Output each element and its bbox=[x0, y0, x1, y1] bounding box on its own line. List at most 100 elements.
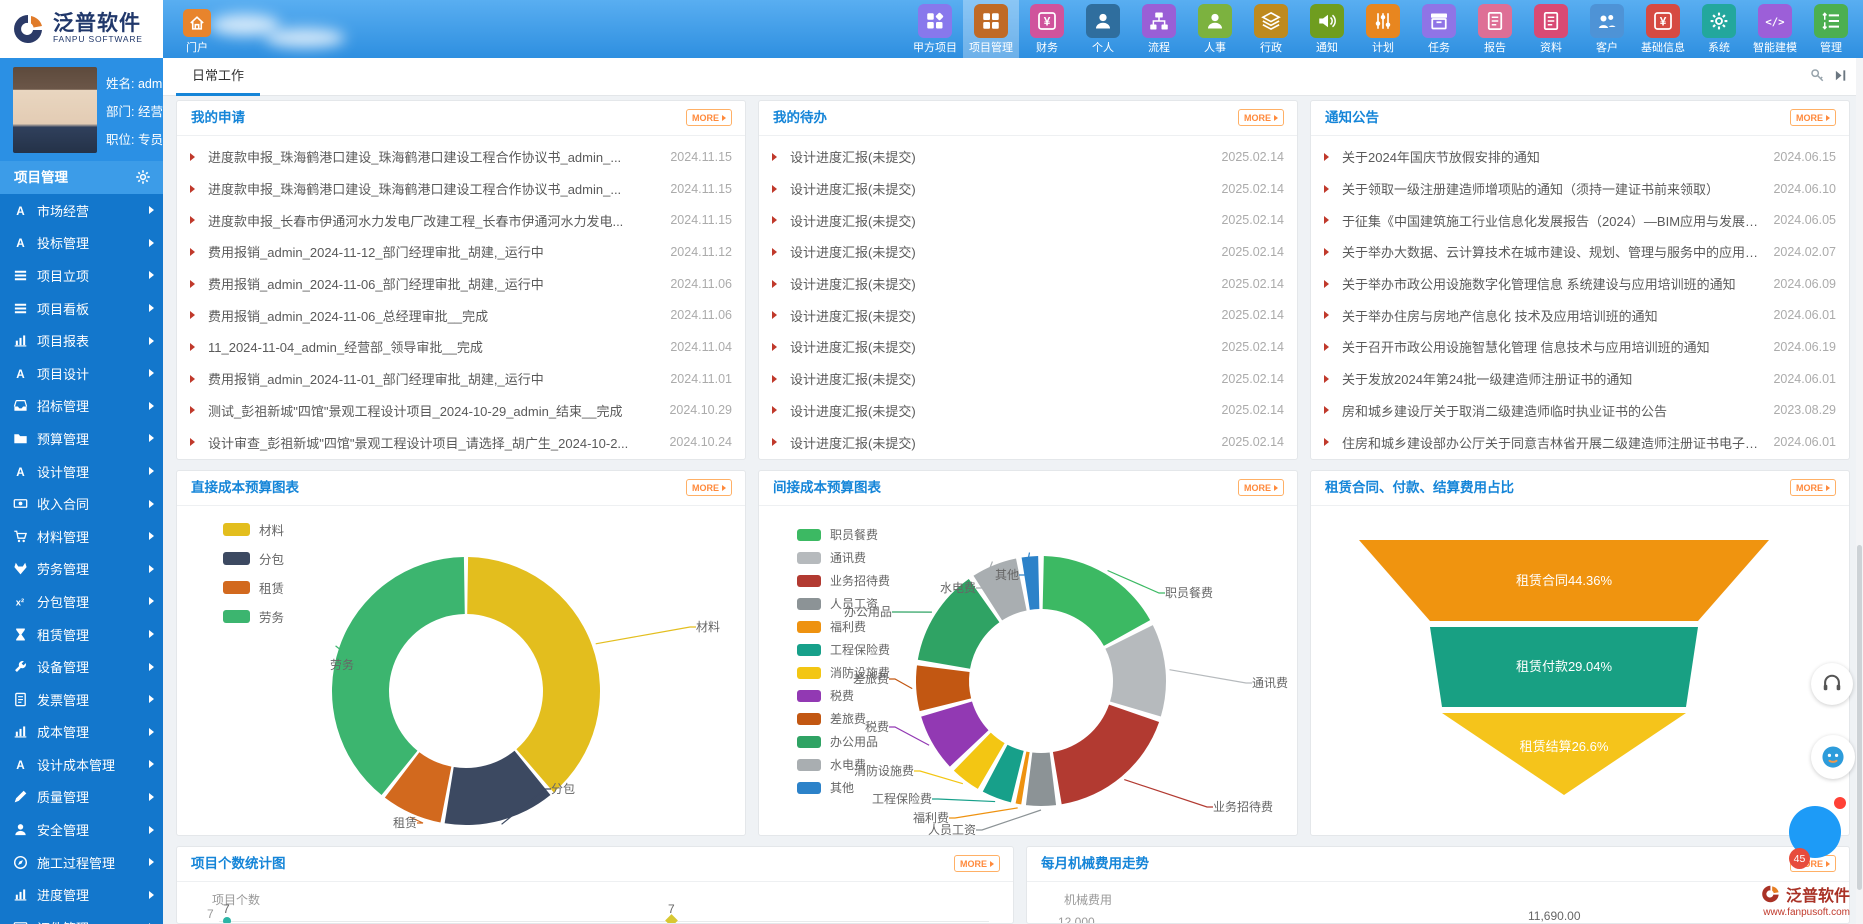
pie-segment-劳务[interactable] bbox=[332, 557, 465, 795]
list-item[interactable]: 关于领取一级注册建造师增项贴的通知（须持一建证书前来领取）2024.06.10 bbox=[1324, 173, 1836, 205]
legend-item[interactable]: 办公用品 bbox=[797, 730, 890, 753]
more-button[interactable]: MORE bbox=[1238, 479, 1284, 496]
app-button-任务[interactable]: 任务 bbox=[1411, 0, 1467, 58]
list-item[interactable]: 设计进度汇报(未提交)2025.02.14 bbox=[772, 299, 1284, 331]
more-button[interactable]: MORE bbox=[1790, 109, 1836, 126]
legend-item[interactable]: 其他 bbox=[797, 776, 890, 799]
funnel-band-3[interactable] bbox=[1442, 713, 1686, 795]
list-item[interactable]: 设计进度汇报(未提交)2025.02.14 bbox=[772, 331, 1284, 363]
legend-item[interactable]: 职员餐费 bbox=[797, 523, 890, 546]
app-button-甲方项目[interactable]: 甲方项目 bbox=[907, 0, 963, 58]
app-button-流程[interactable]: 流程 bbox=[1131, 0, 1187, 58]
sidebar-item-项目看板[interactable]: 项目看板 bbox=[0, 292, 163, 325]
assistant-widget[interactable] bbox=[1811, 735, 1855, 779]
sidebar-item-安全管理[interactable]: 安全管理 bbox=[0, 813, 163, 846]
list-item[interactable]: 进度款申报_珠海鹤港口建设_珠海鹤港口建设工程合作协议书_admin_...20… bbox=[190, 173, 732, 205]
legend-item[interactable]: 人员工资 bbox=[797, 592, 890, 615]
scrollbar[interactable] bbox=[1856, 58, 1863, 924]
list-item[interactable]: 进度款申报_珠海鹤港口建设_珠海鹤港口建设工程合作协议书_admin_...20… bbox=[190, 141, 732, 173]
app-button-系统[interactable]: 系统 bbox=[1691, 0, 1747, 58]
legend-item[interactable]: 水电费 bbox=[797, 753, 890, 776]
list-item[interactable]: 设计进度汇报(未提交)2025.02.14 bbox=[772, 204, 1284, 236]
sidebar-item-分包管理[interactable]: x²分包管理 bbox=[0, 585, 163, 618]
list-item[interactable]: 设计进度汇报(未提交)2025.02.14 bbox=[772, 426, 1284, 458]
app-button-报告[interactable]: 报告 bbox=[1467, 0, 1523, 58]
app-button-资料[interactable]: 资料 bbox=[1523, 0, 1579, 58]
app-button-通知[interactable]: 通知 bbox=[1299, 0, 1355, 58]
list-item[interactable]: 费用报销_admin_2024-11-01_部门经理审批_胡建,_运行中2024… bbox=[190, 363, 732, 395]
app-button-行政[interactable]: 行政 bbox=[1243, 0, 1299, 58]
app-button-管理[interactable]: 管理 bbox=[1803, 0, 1859, 58]
sidebar-item-租赁管理[interactable]: 租赁管理 bbox=[0, 618, 163, 651]
legend-item[interactable]: 税费 bbox=[797, 684, 890, 707]
list-item[interactable]: 设计进度汇报(未提交)2025.02.14 bbox=[772, 363, 1284, 395]
more-button[interactable]: MORE bbox=[1790, 479, 1836, 496]
legend-item[interactable]: 福利费 bbox=[797, 615, 890, 638]
app-button-项目管理[interactable]: 项目管理 bbox=[963, 0, 1019, 58]
list-item[interactable]: 进度款申报_长春市伊通河水力发电厂改建工程_长春市伊通河水力发电...2024.… bbox=[190, 204, 732, 236]
sidebar-item-设计管理[interactable]: A设计管理 bbox=[0, 455, 163, 488]
list-item[interactable]: 住房和城乡建设部办公厅关于同意吉林省开展二级建造师注册证书电子化试点...202… bbox=[1324, 426, 1836, 458]
sidebar-item-预算管理[interactable]: 预算管理 bbox=[0, 422, 163, 455]
list-item[interactable]: 设计审查_彭祖新城"四馆"景观工程设计项目_请选择_胡广生_2024-10-2.… bbox=[190, 426, 732, 458]
app-button-财务[interactable]: ¥财务 bbox=[1019, 0, 1075, 58]
list-item[interactable]: 设计进度汇报(未提交)2025.02.14 bbox=[772, 395, 1284, 427]
more-button[interactable]: MORE bbox=[686, 109, 732, 126]
sidebar-item-设计成本管理[interactable]: A设计成本管理 bbox=[0, 748, 163, 781]
sidebar-item-项目报表[interactable]: 项目报表 bbox=[0, 324, 163, 357]
list-item[interactable]: 费用报销_admin_2024-11-06_部门经理审批_胡建,_运行中2024… bbox=[190, 268, 732, 300]
legend-item[interactable]: 通讯费 bbox=[797, 546, 890, 569]
sidebar-item-项目立项[interactable]: 项目立项 bbox=[0, 259, 163, 292]
sidebar-item-进度管理[interactable]: 进度管理 bbox=[0, 878, 163, 911]
more-button[interactable]: MORE bbox=[686, 479, 732, 496]
sidebar-item-设备管理[interactable]: 设备管理 bbox=[0, 650, 163, 683]
legend-item[interactable]: 租赁 bbox=[223, 573, 284, 602]
key-icon[interactable] bbox=[1810, 68, 1825, 83]
gear-icon[interactable] bbox=[135, 169, 151, 185]
list-item[interactable]: 关于举办市政公用设施数字化管理信息 系统建设与应用培训班的通知2024.06.0… bbox=[1324, 268, 1836, 300]
app-button-人事[interactable]: 人事 bbox=[1187, 0, 1243, 58]
more-button[interactable]: MORE bbox=[1238, 109, 1284, 126]
list-item[interactable]: 费用报销_admin_2024-11-06_总经理审批__完成2024.11.0… bbox=[190, 299, 732, 331]
list-item[interactable]: 关于2024年国庆节放假安排的通知2024.06.15 bbox=[1324, 141, 1836, 173]
list-item[interactable]: 设计进度汇报(未提交)2025.02.14 bbox=[772, 268, 1284, 300]
tab-daily-work[interactable]: 日常工作 bbox=[176, 58, 260, 96]
list-item[interactable]: 费用报销_admin_2024-11-12_部门经理审批_胡建,_运行中2024… bbox=[190, 236, 732, 268]
legend-item[interactable]: 消防设施费 bbox=[797, 661, 890, 684]
pie-segment-业务招待费[interactable] bbox=[1053, 705, 1159, 805]
legend-item[interactable]: 分包 bbox=[223, 544, 284, 573]
sidebar-item-招标管理[interactable]: 招标管理 bbox=[0, 390, 163, 423]
sidebar-item-材料管理[interactable]: 材料管理 bbox=[0, 520, 163, 553]
legend-item[interactable]: 业务招待费 bbox=[797, 569, 890, 592]
legend-item[interactable]: 工程保险费 bbox=[797, 638, 890, 661]
list-item[interactable]: 测试_彭祖新城"四馆"景观工程设计项目_2024-10-29_admin_结束_… bbox=[190, 395, 732, 427]
sidebar-item-质量管理[interactable]: 质量管理 bbox=[0, 781, 163, 814]
legend-item[interactable]: 劳务 bbox=[223, 602, 284, 631]
sidebar-item-投标管理[interactable]: A投标管理 bbox=[0, 227, 163, 260]
app-button-计划[interactable]: 计划 bbox=[1355, 0, 1411, 58]
list-item[interactable]: 于征集《中国建筑施工行业信息化发展报告（2024）—BIM应用与发展》材料...… bbox=[1324, 204, 1836, 236]
list-item[interactable]: 关于举办大数据、云计算技术在城市建设、规划、管理与服务中的应用培训班...202… bbox=[1324, 236, 1836, 268]
list-item[interactable]: 设计进度汇报(未提交)2025.02.14 bbox=[772, 236, 1284, 268]
sidebar-item-收入合同[interactable]: 收入合同 bbox=[0, 487, 163, 520]
sidebar-item-劳务管理[interactable]: 劳务管理 bbox=[0, 553, 163, 586]
list-item[interactable]: 11_2024-11-04_admin_经营部_领导审批__完成2024.11.… bbox=[190, 331, 732, 363]
list-item[interactable]: 关于召开市政公用设施智慧化管理 信息技术与应用培训班的通知2024.06.19 bbox=[1324, 331, 1836, 363]
list-item[interactable]: 房和城乡建设厅关于取消二级建造师临时执业证书的公告2023.08.29 bbox=[1324, 395, 1836, 427]
pie-segment-材料[interactable] bbox=[467, 557, 600, 792]
portal-button[interactable]: 门户 bbox=[170, 3, 224, 57]
app-button-客户[interactable]: 客户 bbox=[1579, 0, 1635, 58]
app-button-个人[interactable]: 个人 bbox=[1075, 0, 1131, 58]
legend-item[interactable]: 差旅费 bbox=[797, 707, 890, 730]
sidebar-item-证件管理[interactable]: 证件管理 bbox=[0, 911, 163, 924]
list-item[interactable]: 关于举办住房与房地产信息化 技术及应用培训班的通知2024.06.01 bbox=[1324, 299, 1836, 331]
scrollbar-thumb[interactable] bbox=[1857, 545, 1862, 890]
app-button-智能建模[interactable]: </>智能建模 bbox=[1747, 0, 1803, 58]
customer-service-widget[interactable] bbox=[1811, 663, 1853, 705]
list-item[interactable]: 设计进度汇报(未提交)2025.02.14 bbox=[772, 173, 1284, 205]
app-button-基础信息[interactable]: ¥基础信息 bbox=[1635, 0, 1691, 58]
pie-segment-人员工资[interactable] bbox=[1026, 752, 1056, 806]
pie-segment-职员餐费[interactable] bbox=[1043, 556, 1151, 646]
sidebar-item-发票管理[interactable]: 发票管理 bbox=[0, 683, 163, 716]
legend-item[interactable]: 材料 bbox=[223, 515, 284, 544]
